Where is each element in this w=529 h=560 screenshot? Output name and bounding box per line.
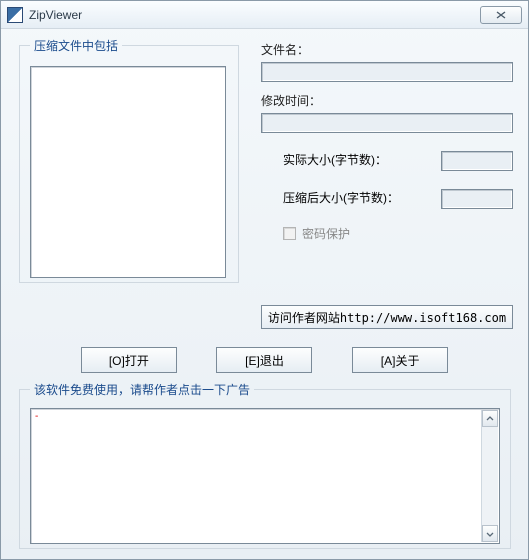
chevron-up-icon: [486, 415, 494, 423]
exit-button-label: [E]退出: [245, 352, 284, 369]
client-area: 压缩文件中包括 文件名： 修改时间： 实际大小(字节数)： 压缩后大小(字节数)…: [1, 29, 528, 559]
password-label: 密码保护: [302, 225, 350, 242]
close-button[interactable]: [480, 6, 522, 24]
chevron-down-icon: [486, 530, 494, 538]
filename-value: [261, 62, 513, 82]
author-website-button[interactable]: 访问作者网站http://www.isoft168.com: [261, 305, 513, 329]
modtime-label: 修改时间：: [261, 92, 513, 109]
scroll-up-button[interactable]: [482, 410, 498, 427]
close-icon: [494, 10, 508, 20]
password-row: 密码保护: [261, 225, 513, 242]
ad-scrollbar[interactable]: [481, 410, 498, 542]
open-button-label: [O]打开: [109, 352, 149, 369]
app-window: ZipViewer 压缩文件中包括 文件名： 修改时间： 实际大小(字节数)： …: [0, 0, 529, 560]
scroll-track[interactable]: [482, 427, 498, 525]
window-title: ZipViewer: [29, 8, 480, 22]
titlebar[interactable]: ZipViewer: [1, 1, 528, 29]
details-pane: 文件名： 修改时间： 实际大小(字节数)： 压缩后大小(字节数)： 密码保护: [261, 41, 513, 242]
realsize-value: [441, 151, 513, 171]
modtime-value: [261, 113, 513, 133]
group-ad: 该软件免费使用，请帮作者点击一下广告 -: [19, 381, 511, 549]
scroll-down-button[interactable]: [482, 525, 498, 542]
filename-label: 文件名：: [261, 41, 513, 58]
archive-file-list[interactable]: [30, 66, 226, 278]
exit-button[interactable]: [E]退出: [216, 347, 312, 373]
ad-content-box[interactable]: -: [30, 408, 500, 544]
open-button[interactable]: [O]打开: [81, 347, 177, 373]
group-archive-contents-legend: 压缩文件中包括: [30, 37, 122, 54]
realsize-label: 实际大小(字节数)：: [261, 151, 441, 168]
ad-placeholder-text: -: [35, 411, 38, 422]
about-button[interactable]: [A]关于: [352, 347, 448, 373]
about-button-label: [A]关于: [381, 352, 420, 369]
compsize-label: 压缩后大小(字节数)：: [261, 189, 441, 206]
app-icon: [7, 7, 23, 23]
password-checkbox: [283, 227, 296, 240]
compsize-value: [441, 189, 513, 209]
group-ad-legend: 该软件免费使用，请帮作者点击一下广告: [30, 381, 254, 398]
group-archive-contents: 压缩文件中包括: [19, 37, 239, 283]
author-website-label: 访问作者网站http://www.isoft168.com: [268, 309, 506, 326]
button-row: [O]打开 [E]退出 [A]关于: [1, 347, 528, 373]
